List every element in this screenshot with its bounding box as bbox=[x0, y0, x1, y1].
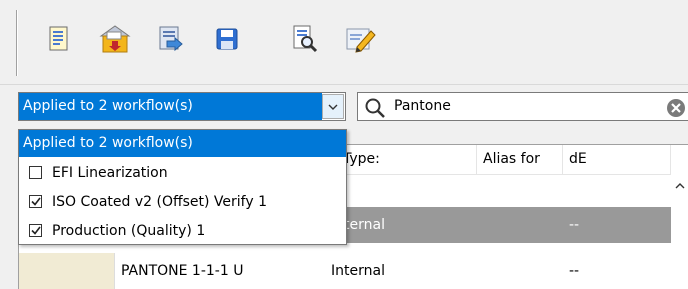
toolbar-separator bbox=[16, 10, 18, 76]
clear-search-icon[interactable] bbox=[666, 98, 686, 118]
search-icon bbox=[364, 97, 386, 119]
find-in-document-icon bbox=[293, 25, 318, 53]
option-label: ISO Coated v2 (Offset) Verify 1 bbox=[52, 193, 267, 210]
row-de: -- bbox=[569, 217, 580, 233]
checkmark-icon bbox=[30, 226, 41, 235]
edit-button[interactable] bbox=[344, 22, 378, 56]
vertical-scrollbar[interactable] bbox=[671, 175, 688, 289]
toolbar bbox=[0, 0, 688, 84]
save-icon bbox=[216, 28, 238, 50]
row-de: -- bbox=[569, 263, 580, 279]
new-document-icon bbox=[49, 26, 68, 51]
chevron-down-icon[interactable] bbox=[322, 94, 344, 119]
option-label: Production (Quality) 1 bbox=[52, 222, 206, 239]
import-button[interactable] bbox=[98, 22, 132, 56]
dropdown-option-iso-coated[interactable]: ISO Coated v2 (Offset) Verify 1 bbox=[19, 187, 346, 216]
new-document-button[interactable] bbox=[42, 22, 76, 56]
edit-pencil-icon bbox=[346, 28, 376, 53]
save-button[interactable] bbox=[210, 22, 244, 56]
workflow-filter-dropdown: Applied to 2 workflow(s) EFI Linearizati… bbox=[18, 129, 347, 245]
checkmark-icon bbox=[30, 197, 41, 206]
row-alias bbox=[465, 253, 551, 289]
checkbox-checked[interactable] bbox=[29, 195, 42, 208]
column-header-alias[interactable]: Alias for bbox=[477, 145, 563, 175]
checkbox-unchecked[interactable] bbox=[29, 166, 42, 179]
row-name: PANTONE 1-1-1 U bbox=[121, 263, 244, 279]
search-box[interactable]: Pantone bbox=[357, 92, 688, 121]
color-swatch bbox=[19, 253, 115, 289]
export-button[interactable] bbox=[154, 22, 188, 56]
table-row[interactable]: PANTONE 1-1-1 U Internal -- bbox=[19, 253, 671, 289]
workflow-filter-value: Applied to 2 workflow(s) bbox=[19, 93, 322, 120]
column-header-type[interactable]: Type: bbox=[337, 145, 477, 175]
export-icon bbox=[159, 26, 183, 52]
toolbar-divider bbox=[0, 84, 688, 85]
scroll-up-icon[interactable] bbox=[671, 177, 688, 195]
import-folder-icon bbox=[99, 25, 131, 53]
find-button[interactable] bbox=[288, 22, 322, 56]
dropdown-option-production-quality[interactable]: Production (Quality) 1 bbox=[19, 216, 346, 245]
search-input[interactable]: Pantone bbox=[394, 93, 451, 120]
workflow-filter-combo[interactable]: Applied to 2 workflow(s) bbox=[18, 92, 346, 121]
checkbox-checked[interactable] bbox=[29, 224, 42, 237]
column-header-de[interactable]: dE bbox=[563, 145, 671, 175]
option-label: EFI Linearization bbox=[52, 164, 168, 181]
row-type: Internal bbox=[331, 263, 385, 279]
row-alias bbox=[465, 207, 551, 243]
dropdown-option-efi-linearization[interactable]: EFI Linearization bbox=[19, 158, 346, 187]
dropdown-selected-item[interactable]: Applied to 2 workflow(s) bbox=[19, 130, 346, 157]
